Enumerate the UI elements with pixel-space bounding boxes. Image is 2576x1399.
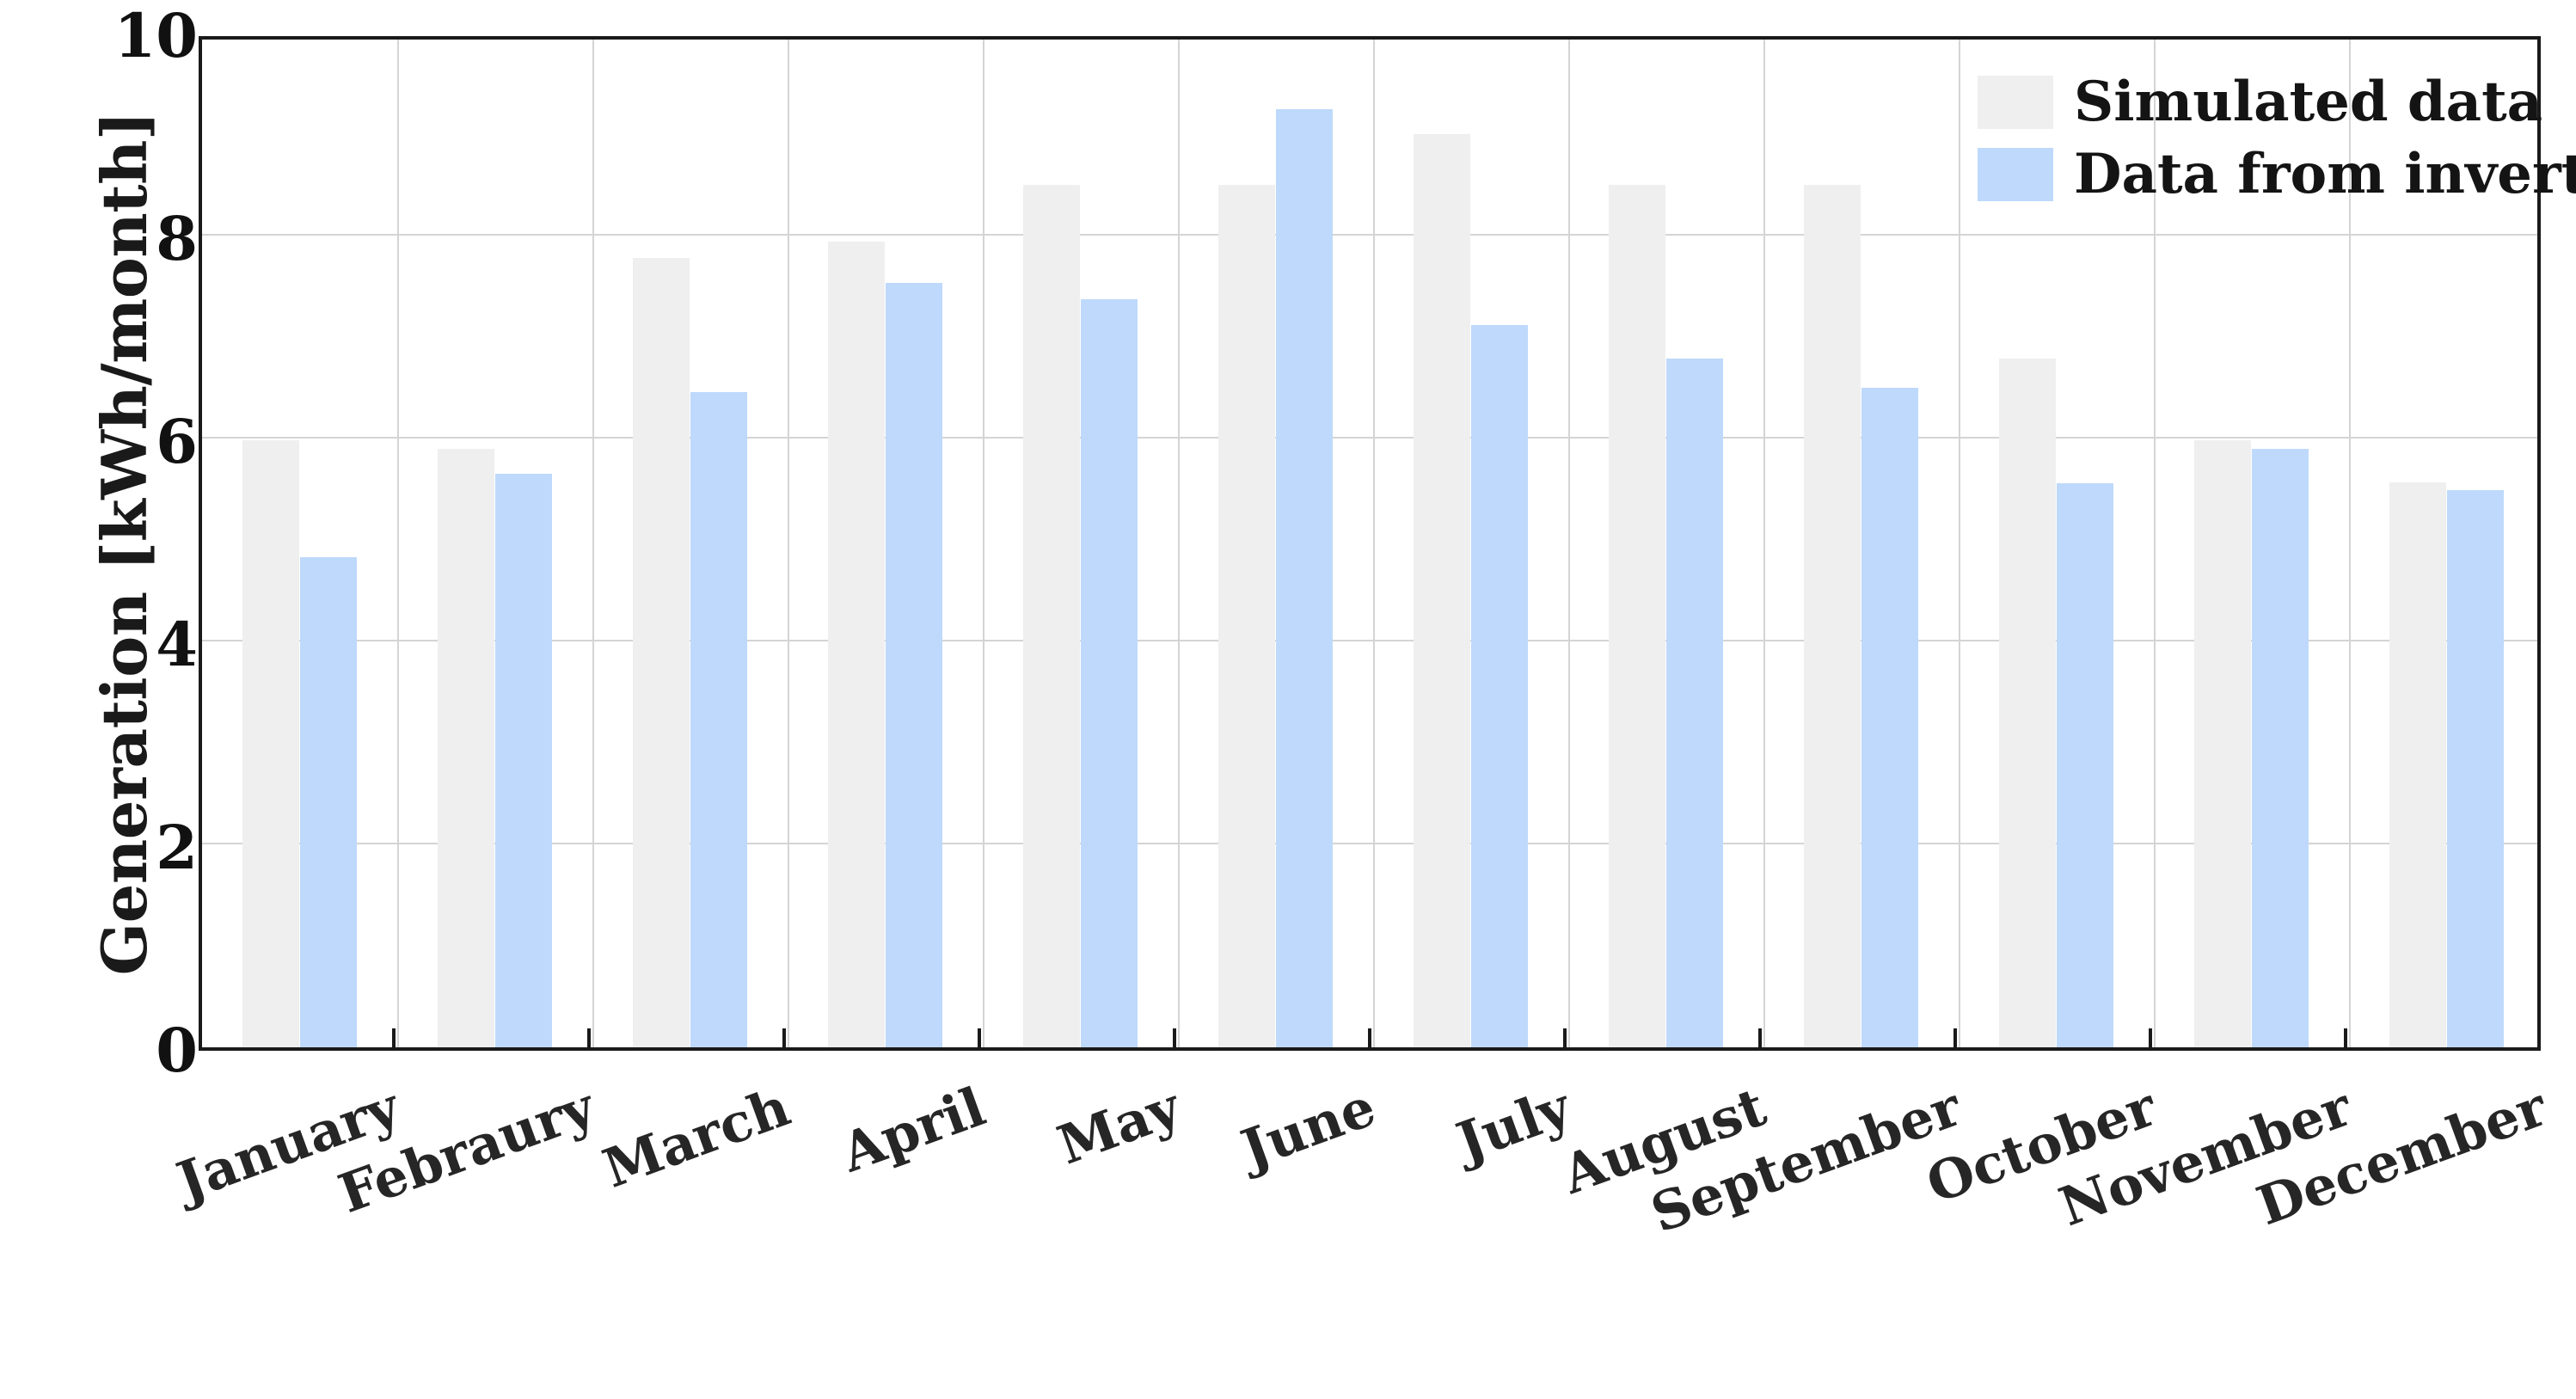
x-tick-mark-6 (1368, 1028, 1371, 1051)
y-tick-label-10: 10 (113, 0, 198, 71)
bar-november-inverter (2251, 448, 2309, 1047)
bar-may-simulated (1022, 185, 1081, 1047)
gridline-vertical (983, 40, 984, 1047)
x-tick-mark-8 (1758, 1028, 1762, 1051)
bar-january-simulated (242, 440, 300, 1047)
x-tick-mark-1 (392, 1028, 396, 1051)
bar-july-inverter (1470, 324, 1529, 1047)
bar-december-simulated (2389, 482, 2447, 1047)
bar-january-inverter (299, 557, 358, 1047)
bar-october-inverter (2056, 482, 2114, 1047)
bar-december-inverter (2446, 490, 2505, 1047)
bar-august-inverter (1665, 358, 1724, 1047)
x-tick-mark-5 (1173, 1028, 1176, 1051)
bar-august-simulated (1608, 185, 1666, 1047)
legend-label: Simulated data (2074, 70, 2543, 134)
legend-label: Data from inverter (2074, 142, 2576, 206)
bar-july-simulated (1413, 134, 1471, 1047)
x-tick-mark-4 (978, 1028, 981, 1051)
bar-june-inverter (1275, 108, 1334, 1047)
y-axis-title: Generation [kWh/month] (87, 111, 161, 976)
gridline-vertical (1568, 40, 1570, 1047)
legend-swatch-inverter (1978, 148, 2053, 201)
x-tick-mark-10 (2149, 1028, 2152, 1051)
bar-september-simulated (1803, 185, 1861, 1047)
bar-november-simulated (2193, 440, 2252, 1047)
x-tick-mark-9 (1953, 1028, 1957, 1051)
bar-febraury-simulated (437, 448, 495, 1047)
bar-febraury-inverter (494, 474, 553, 1047)
x-tick-mark-3 (782, 1028, 786, 1051)
gridline-vertical (1373, 40, 1375, 1047)
bar-chart: Generation [kWh/month] 0 2 4 6 8 10 January Fe… (0, 0, 2576, 1245)
legend-item-inverter: Data from inverter (1978, 143, 2576, 206)
legend-swatch-simulated (1978, 76, 2053, 129)
y-tick-label-2: 2 (156, 812, 198, 883)
x-tick-mark-7 (1563, 1028, 1567, 1051)
gridline-vertical (397, 40, 399, 1047)
y-tick-label-4: 4 (156, 609, 198, 680)
x-tick-mark-11 (2344, 1028, 2347, 1051)
bar-march-simulated (632, 257, 690, 1047)
y-tick-label-8: 8 (156, 203, 198, 274)
bar-september-inverter (1861, 388, 1919, 1047)
gridline-horizontal (202, 234, 2537, 236)
legend: Simulated data Data from inverter (1978, 71, 2576, 206)
gridline-vertical (1178, 40, 1180, 1047)
bar-may-inverter (1080, 299, 1138, 1047)
gridline-vertical (1959, 40, 1960, 1047)
legend-item-simulated: Simulated data (1978, 71, 2576, 134)
bar-june-simulated (1217, 185, 1276, 1047)
gridline-vertical (788, 40, 789, 1047)
y-tick-label-6: 6 (156, 406, 198, 477)
gridline-horizontal (202, 437, 2537, 439)
bar-april-inverter (885, 283, 943, 1047)
y-tick-label-0: 0 (156, 1015, 198, 1086)
bar-march-inverter (690, 391, 748, 1047)
gridline-vertical (1763, 40, 1765, 1047)
gridline-vertical (592, 40, 594, 1047)
x-tick-mark-2 (587, 1028, 591, 1051)
bar-october-simulated (1998, 358, 2057, 1047)
bar-april-simulated (827, 242, 886, 1047)
